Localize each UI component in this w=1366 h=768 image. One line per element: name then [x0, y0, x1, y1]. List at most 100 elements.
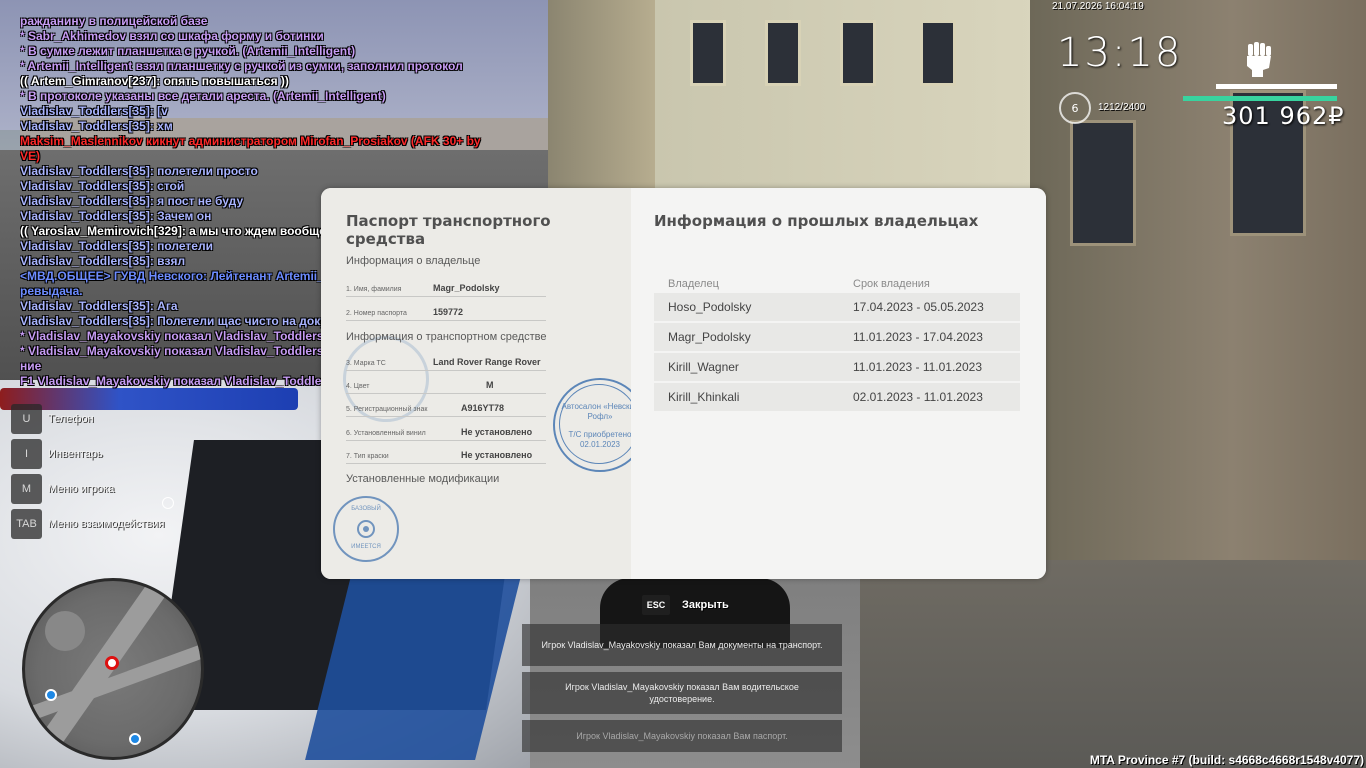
map-blip-icon [129, 733, 141, 745]
field-value: M [486, 380, 494, 390]
vehicle-passport-dialog: Паспорт транспортного средства Информаци… [321, 188, 1046, 579]
hotkey-item[interactable]: I Инвентарь [11, 439, 164, 469]
owners-title: Информация о прошлых владельцах [654, 212, 979, 230]
field-label: 7. Тип краски [346, 453, 389, 460]
xp-counter: 1212/2400 [1098, 102, 1146, 113]
vehicle-color-field: 4. Цвет M [346, 373, 546, 394]
chat-line: * В протоколе указаны все детали ареста.… [20, 89, 386, 103]
field-label: 5. Регистрационный знак [346, 406, 428, 413]
owner-name: Hoso_Podolsky [668, 300, 752, 314]
owner-row: Kirill_Khinkali 02.01.2023 - 11.01.2023 [654, 383, 1020, 411]
field-value: Magr_Podolsky [433, 283, 500, 293]
previous-owners-section: Информация о прошлых владельцах Владелец… [631, 188, 1046, 579]
paint-type-field: 7. Тип краски Не установлено [346, 443, 546, 464]
vehicle-model-field: 3. Марка ТС Land Rover Range Rover [346, 350, 546, 371]
owner-period: 02.01.2023 - 11.01.2023 [853, 390, 983, 404]
modifications-section-title: Установленные модификации [346, 473, 500, 485]
hotkey-label: Телефон [48, 413, 94, 425]
chat-line: ражданину в полицейской базе [20, 14, 208, 28]
field-value: Land Rover Range Rover [433, 357, 541, 367]
owner-row: Kirill_Wagner 11.01.2023 - 11.01.2023 [654, 353, 1020, 381]
hotkey-label: Инвентарь [48, 448, 103, 460]
building-window [690, 20, 726, 86]
notification: Игрок Vladislav_Mayakovskiy показал Вам … [522, 720, 842, 752]
hotkey-item[interactable]: U Телефон [11, 404, 164, 434]
stamp-base-bottom: ИМЕЕТСЯ [351, 544, 381, 550]
money-display: 301 962₽ [1222, 102, 1345, 130]
vehicle-section-title: Информация о транспортном средстве [346, 331, 547, 343]
chat-line: Maksim_Maslennikov кикнут администраторо… [20, 134, 481, 148]
building-window [765, 20, 801, 86]
ground [840, 560, 1366, 768]
building-right [1030, 0, 1366, 600]
building-window [1070, 120, 1136, 246]
minimap-block [45, 611, 85, 651]
field-value: Не установлено [461, 450, 533, 460]
hotkey-key: I [11, 439, 42, 469]
hud-clock: 13:18 [1057, 30, 1183, 76]
owner-name: Kirill_Khinkali [668, 390, 740, 404]
field-value: Не установлено [461, 427, 533, 437]
field-label: 1. Имя, фамилия [346, 286, 402, 293]
chat-line: * Artemii_Intelligent взял планшетку с р… [20, 59, 463, 73]
minimap [22, 578, 204, 760]
vehicle-passport-section: Паспорт транспортного средства Информаци… [321, 188, 647, 579]
owner-period: 11.01.2023 - 17.04.2023 [853, 330, 983, 344]
stamp-base-top: БАЗОВЫЙ [351, 506, 381, 512]
period-column-header: Срок владения [853, 278, 930, 290]
chat-line: Vladislav_Toddlers[35]: хм [20, 119, 173, 133]
hotkey-item[interactable]: M Меню игрока [11, 474, 164, 504]
fist-icon [1247, 42, 1271, 77]
armor-bar [1183, 96, 1337, 101]
owner-name: Kirill_Wagner [668, 360, 739, 374]
owner-period: 11.01.2023 - 11.01.2023 [853, 360, 982, 374]
building-middle [655, 0, 1035, 190]
field-label: 3. Марка ТС [346, 360, 386, 367]
hotkey-menu: U Телефон I Инвентарь M Меню игрока TAB Меню вз… [11, 404, 164, 544]
base-mods-stamp-icon: БАЗОВЫЙ ИМЕЕТСЯ [333, 496, 399, 562]
building-window [920, 20, 956, 86]
esc-key[interactable]: ESC [642, 595, 670, 615]
hotkey-item[interactable]: TAB Меню взаимодействия [11, 509, 164, 539]
owner-row: Magr_Podolsky 11.01.2023 - 17.04.2023 [654, 323, 1020, 351]
registration-plate-field: 5. Регистрационный знак A916YT78 [346, 396, 546, 417]
hotkey-key: M [11, 474, 42, 504]
field-label: 2. Номер паспорта [346, 310, 407, 317]
health-bar [1216, 84, 1337, 89]
hud-date: 21.07.2026 16:04:19 [1052, 1, 1144, 12]
notification: Игрок Vladislav_Mayakovskiy показал Вам … [522, 672, 842, 714]
owner-period: 17.04.2023 - 05.05.2023 [853, 300, 984, 314]
field-label: 6. Установленный винил [346, 430, 426, 437]
mouse-cursor-icon [162, 497, 174, 509]
chat-line: Vladislav_Toddlers[35]: [v [20, 104, 168, 118]
car-gear-icon [357, 520, 375, 538]
map-blip-icon [45, 689, 57, 701]
level-indicator: 6 [1059, 92, 1091, 124]
chat-line: VE) [20, 149, 41, 163]
close-button[interactable]: ESC Закрыть [642, 595, 729, 615]
chat-line: (( Artem_Gimranov[237]: опять повышаться… [20, 74, 289, 88]
passport-title: Паспорт транспортного средства [346, 212, 551, 248]
chat-line: * В сумке лежит планшетка с ручкой. (Art… [20, 44, 356, 58]
chat-line: Vladislav_Toddlers[35]: полетели просто [20, 164, 258, 178]
field-label: 4. Цвет [346, 383, 370, 390]
hotkey-key: TAB [11, 509, 42, 539]
close-label[interactable]: Закрыть [682, 599, 729, 611]
hotkey-key: U [11, 404, 42, 434]
vinyl-field: 6. Установленный винил Не установлено [346, 420, 546, 441]
stamp-ring [559, 384, 639, 464]
hotkey-label: Меню игрока [48, 483, 115, 495]
player-marker-icon [105, 656, 119, 670]
owner-name: Magr_Podolsky [668, 330, 751, 344]
owner-row: Hoso_Podolsky 17.04.2023 - 05.05.2023 [654, 293, 1020, 321]
building-window [840, 20, 876, 86]
build-info: MTA Province #7 (build: s4668c4668r1548v… [1089, 753, 1364, 767]
owner-name-field: 1. Имя, фамилия Magr_Podolsky [346, 276, 546, 297]
notification: Игрок Vladislav_Mayakovskiy показал Вам … [522, 624, 842, 666]
field-value: A916YT78 [461, 403, 505, 413]
owner-section-title: Информация о владельце [346, 255, 481, 267]
passport-number-field: 2. Номер паспорта 159772 [346, 300, 546, 321]
owner-column-header: Владелец [668, 278, 719, 290]
field-value: 159772 [433, 307, 464, 317]
hotkey-label: Меню взаимодействия [48, 518, 165, 530]
